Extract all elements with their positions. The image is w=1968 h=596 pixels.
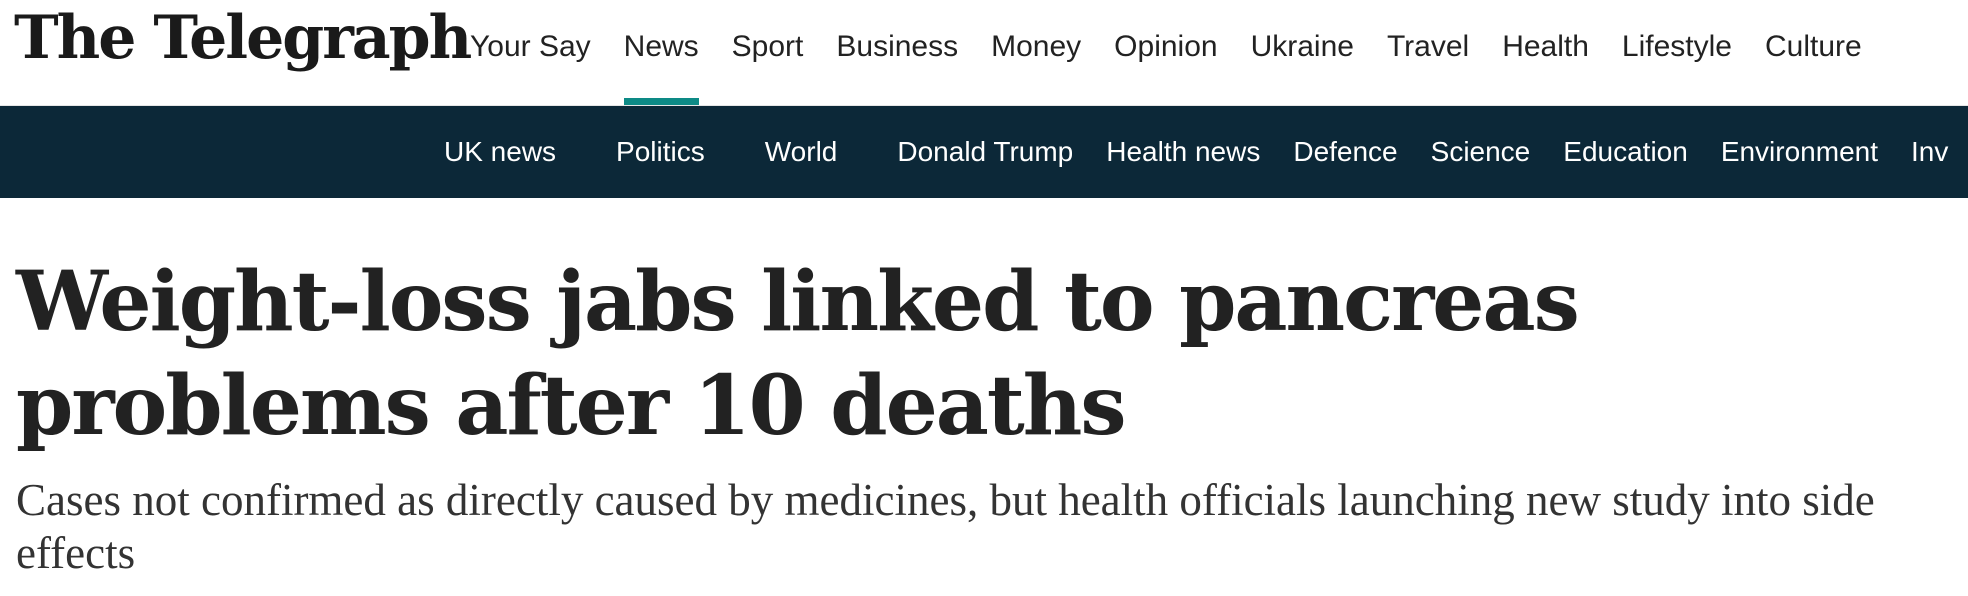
nav-item-ukraine[interactable]: Ukraine <box>1251 0 1354 105</box>
sub-nav-politics[interactable]: Politics <box>616 136 705 168</box>
telegraph-logo[interactable]: The Telegraph <box>14 8 472 68</box>
primary-nav: Your Say News Sport Business Money Opini… <box>470 0 1895 105</box>
sub-nav-inv[interactable]: Inv <box>1911 136 1948 168</box>
nav-item-travel[interactable]: Travel <box>1387 0 1469 105</box>
nav-item-sport[interactable]: Sport <box>732 0 804 105</box>
nav-item-lifestyle[interactable]: Lifestyle <box>1622 0 1732 105</box>
secondary-nav-bar: UK news Politics World Donald Trump Heal… <box>0 106 1968 198</box>
secondary-nav: UK news Politics World Donald Trump Heal… <box>444 106 1968 198</box>
sub-nav-uk-news[interactable]: UK news <box>444 136 556 168</box>
article: Weight-loss jabs linked to pancreas prob… <box>0 198 1968 580</box>
site-header: The Telegraph Your Say News Sport Busine… <box>0 0 1968 106</box>
sub-nav-donald-trump[interactable]: Donald Trump <box>897 136 1073 168</box>
nav-item-opinion[interactable]: Opinion <box>1114 0 1217 105</box>
nav-item-culture[interactable]: Culture <box>1765 0 1862 105</box>
sub-nav-defence[interactable]: Defence <box>1293 136 1397 168</box>
nav-item-news[interactable]: News <box>623 0 699 105</box>
sub-nav-world[interactable]: World <box>765 136 838 168</box>
sub-nav-environment[interactable]: Environment <box>1721 136 1878 168</box>
article-standfirst: Cases not confirmed as directly caused b… <box>16 475 1875 578</box>
nav-item-your-say[interactable]: Your Say <box>470 0 591 105</box>
nav-item-money[interactable]: Money <box>991 0 1081 105</box>
article-headline: Weight-loss jabs linked to pancreas prob… <box>16 254 1580 454</box>
nav-item-health[interactable]: Health <box>1502 0 1589 105</box>
sub-nav-science[interactable]: Science <box>1431 136 1531 168</box>
nav-item-business[interactable]: Business <box>836 0 958 105</box>
sub-nav-health-news[interactable]: Health news <box>1106 136 1260 168</box>
sub-nav-education[interactable]: Education <box>1563 136 1688 168</box>
